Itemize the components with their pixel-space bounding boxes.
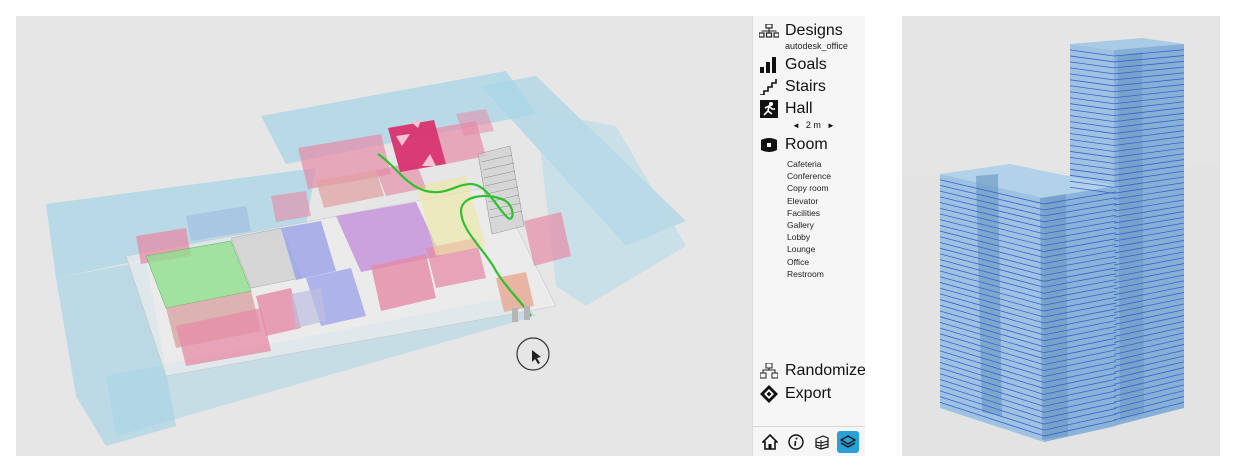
info-icon — [788, 433, 804, 450]
stairs-label: Stairs — [785, 78, 826, 95]
info-button[interactable] — [785, 431, 807, 453]
designs-menu[interactable]: Designs — [759, 22, 843, 40]
room-item-copy-room[interactable]: Copy room — [787, 182, 831, 194]
hierarchy-icon — [759, 22, 779, 40]
hall-width-stepper[interactable]: ◄ 2 m ► — [789, 120, 838, 130]
exit-icon — [759, 100, 779, 118]
randomize-label: Randomize — [785, 362, 865, 379]
export-icon — [759, 385, 779, 403]
view-toolbar — [753, 426, 865, 456]
sidebar: Designs autodesk_office Goals Stairs Hal… — [752, 16, 865, 456]
floorplan-canvas[interactable] — [16, 16, 752, 456]
hall-label: Hall — [785, 100, 813, 117]
room-icon — [759, 136, 779, 154]
room-label: Room — [785, 136, 828, 153]
home-button[interactable] — [759, 431, 781, 453]
room-item-lounge[interactable]: Lounge — [787, 243, 831, 255]
building-canvas[interactable] — [902, 16, 1220, 456]
building-view-button[interactable] — [811, 431, 833, 453]
decrease-button[interactable]: ◄ — [792, 121, 800, 130]
layers-view-button[interactable] — [837, 430, 859, 453]
building-viewport[interactable] — [902, 16, 1220, 456]
hall-width-value: 2 m — [805, 120, 821, 130]
room-item-cafeteria[interactable]: Cafeteria — [787, 158, 831, 170]
room-menu[interactable]: Room — [759, 136, 828, 154]
goals-label: Goals — [785, 56, 827, 73]
stairs-menu[interactable]: Stairs — [759, 78, 826, 96]
hall-menu[interactable]: Hall — [759, 100, 813, 118]
room-item-conference[interactable]: Conference — [787, 170, 831, 182]
room-item-elevator[interactable]: Elevator — [787, 195, 831, 207]
floorplan-viewport[interactable] — [16, 16, 752, 456]
room-item-office[interactable]: Office — [787, 256, 831, 268]
room-block — [291, 288, 326, 328]
increase-button[interactable]: ► — [827, 121, 835, 130]
room-item-restroom[interactable]: Restroom — [787, 268, 831, 280]
room-item-facilities[interactable]: Facilities — [787, 207, 831, 219]
column — [524, 306, 530, 320]
room-type-list: Cafeteria Conference Copy room Elevator … — [787, 158, 831, 280]
layers-icon — [840, 434, 856, 448]
room-item-gallery[interactable]: Gallery — [787, 219, 831, 231]
bar-chart-icon — [759, 56, 779, 74]
home-icon — [762, 433, 778, 450]
export-button[interactable]: Export — [759, 385, 831, 403]
goals-menu[interactable]: Goals — [759, 56, 827, 74]
cursor-indicator — [516, 337, 550, 371]
export-label: Export — [785, 385, 832, 402]
randomize-button[interactable]: Randomize — [759, 362, 865, 380]
designs-label: Designs — [785, 22, 843, 39]
building-icon — [815, 434, 829, 450]
stairs-icon — [759, 78, 779, 96]
designs-subtitle[interactable]: autodesk_office — [785, 41, 848, 51]
column — [512, 308, 518, 322]
shuffle-icon — [759, 362, 779, 380]
room-item-lobby[interactable]: Lobby — [787, 231, 831, 243]
circulation-zone — [536, 111, 686, 306]
